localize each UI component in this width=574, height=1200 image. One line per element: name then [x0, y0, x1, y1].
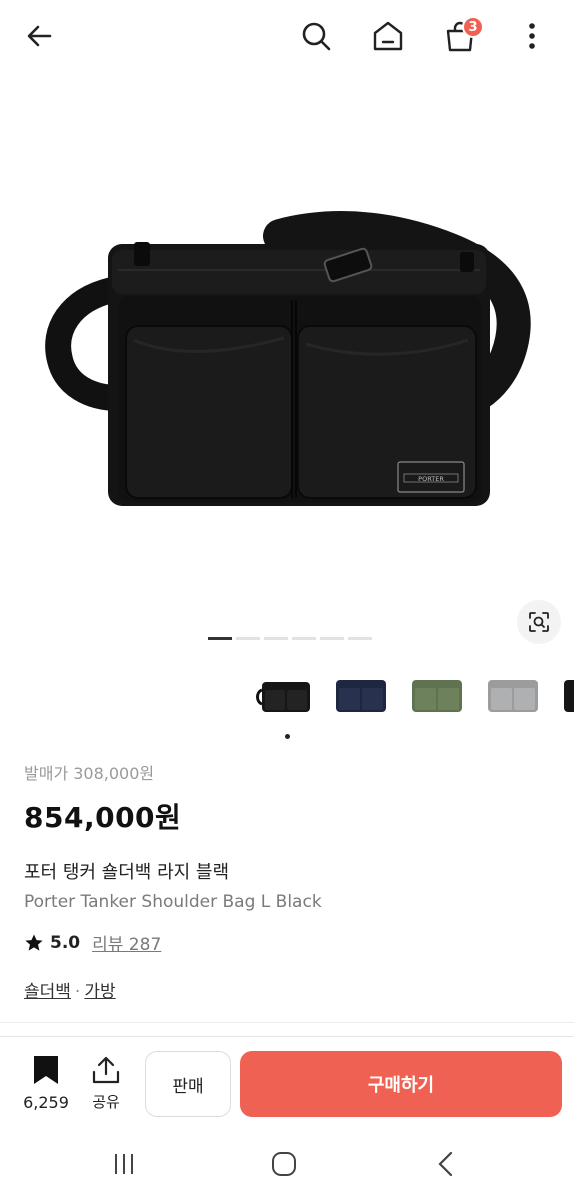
product-image-gallery[interactable]: PORTER	[0, 76, 574, 656]
product-name-korean: 포터 탱커 숄더백 라지 블랙	[24, 862, 230, 883]
search-icon	[302, 22, 331, 51]
current-price: 854,000원	[24, 801, 182, 834]
review-link[interactable]: 리뷰 287	[92, 930, 161, 955]
product-image: PORTER	[45, 211, 531, 506]
section-divider	[0, 1022, 574, 1023]
back-button[interactable]	[18, 14, 62, 58]
share-label: 공유	[92, 1093, 120, 1111]
bottom-action-bar: 6,259 공유 판매 구매하기	[0, 1036, 574, 1128]
product-info: 발매가 308,000원 854,000원 포터 탱커 숄더백 라지 블랙 Po…	[24, 760, 554, 1002]
system-navigation-bar	[0, 1128, 574, 1200]
variant-thumbnail-silver-gray[interactable]	[482, 668, 544, 722]
cart-button[interactable]: 3	[438, 14, 484, 58]
indicator-segment	[320, 637, 344, 640]
image-search-icon	[529, 612, 549, 632]
top-app-bar: 3	[0, 0, 574, 76]
indicator-segment	[264, 637, 288, 640]
variant-thumbnail-black-2[interactable]	[558, 668, 574, 722]
image-search-button[interactable]	[517, 600, 561, 644]
system-back-button[interactable]	[426, 1146, 466, 1182]
rating-row: 5.0 리뷰 287	[24, 930, 554, 955]
home-button[interactable]	[366, 14, 410, 58]
home-icon	[373, 21, 403, 51]
variant-thumbnail-list	[254, 668, 574, 724]
wishlist-count: 6,259	[23, 1093, 69, 1112]
recent-apps-icon	[115, 1154, 133, 1174]
porter-label-text: PORTER	[418, 475, 444, 483]
variant-thumbnail-black[interactable]	[254, 668, 316, 722]
category-link-bag[interactable]: 가방	[84, 982, 115, 1002]
share-icon	[92, 1056, 120, 1084]
category-link-shoulder-bag[interactable]: 숄더백	[24, 982, 71, 1002]
rating-score: 5.0	[50, 932, 81, 953]
share-button[interactable]: 공유	[84, 1055, 128, 1112]
recent-apps-button[interactable]	[104, 1146, 144, 1182]
star-icon	[25, 934, 43, 951]
category-breadcrumb: 숄더백 · 가방	[24, 977, 554, 1002]
search-button[interactable]	[294, 14, 338, 58]
cart-count-badge: 3	[462, 16, 484, 38]
home-circle-icon	[272, 1152, 296, 1176]
system-home-button[interactable]	[264, 1146, 304, 1182]
gallery-page-indicator	[208, 637, 372, 640]
variant-thumbnail-sage-green[interactable]	[406, 668, 468, 722]
indicator-segment	[348, 637, 372, 640]
indicator-segment	[236, 637, 260, 640]
more-options-button[interactable]	[510, 14, 554, 58]
category-separator: ·	[74, 982, 81, 1002]
variant-thumbnail-navy[interactable]	[330, 668, 392, 722]
chevron-left-icon	[438, 1151, 453, 1177]
wishlist-button[interactable]: 6,259	[18, 1055, 74, 1112]
indicator-segment	[292, 637, 316, 640]
product-name-english: Porter Tanker Shoulder Bag L Black	[24, 892, 322, 912]
bookmark-icon	[34, 1056, 58, 1084]
variant-page-dot	[285, 734, 290, 739]
release-price: 발매가 308,000원	[24, 764, 155, 783]
arrow-left-icon	[27, 25, 52, 47]
more-vertical-icon	[529, 23, 535, 49]
sell-button[interactable]: 판매	[145, 1051, 231, 1117]
buy-button[interactable]: 구매하기	[240, 1051, 562, 1117]
indicator-segment	[208, 637, 232, 640]
